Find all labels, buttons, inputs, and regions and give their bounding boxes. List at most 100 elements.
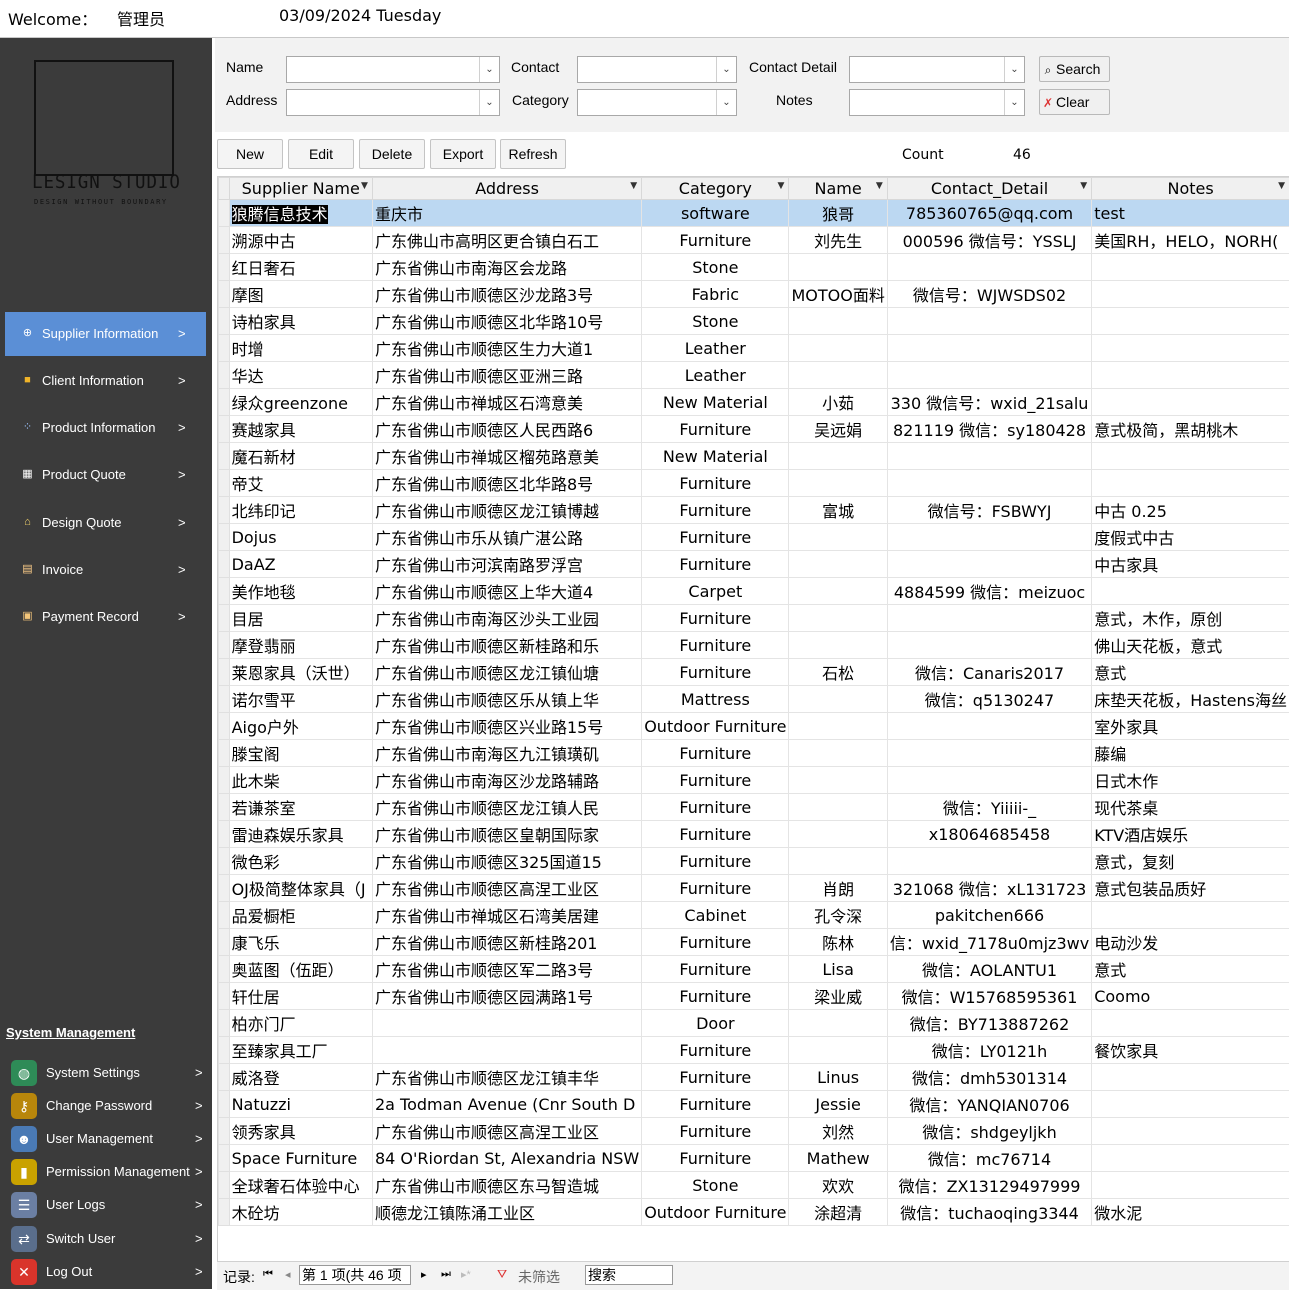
table-row[interactable]: 摩图广东省佛山市顺德区沙龙路3号FabricMOTOO面料微信号：WJWSDS0… xyxy=(219,281,1289,308)
table-cell[interactable]: 欢欢 xyxy=(789,1172,887,1199)
filter-arrow-icon[interactable]: ▼ xyxy=(1080,181,1087,191)
table-cell[interactable]: 广东省佛山市顺德区乐从镇上华 xyxy=(372,686,641,713)
table-cell[interactable]: Furniture xyxy=(642,740,789,767)
table-row[interactable]: 诺尔雪平广东省佛山市顺德区乐从镇上华Mattress微信：q5130247床垫天… xyxy=(219,686,1289,713)
table-cell[interactable]: Mattress xyxy=(642,686,789,713)
filter-arrow-icon[interactable]: ▼ xyxy=(876,181,883,191)
contact-detail-filter-combo[interactable]: ⌄ xyxy=(849,56,1025,83)
table-cell[interactable] xyxy=(1092,308,1289,335)
table-cell[interactable] xyxy=(1092,470,1289,497)
table-cell[interactable]: 微信：dmh5301314 xyxy=(887,1064,1091,1091)
table-cell[interactable]: 广东省佛山市顺德区军二路3号 xyxy=(372,956,641,983)
table-cell[interactable]: 785360765@qq.com xyxy=(887,200,1091,227)
table-cell[interactable]: 广东省佛山市顺德区新桂路和乐 xyxy=(372,632,641,659)
table-cell[interactable]: 品爱橱柜 xyxy=(229,902,372,929)
table-cell[interactable]: 微信：shdgeyljkh xyxy=(887,1118,1091,1145)
table-cell[interactable]: 广东省佛山市顺德区高涅工业区 xyxy=(372,1118,641,1145)
table-cell[interactable]: 领秀家具 xyxy=(229,1118,372,1145)
row-selector[interactable] xyxy=(219,578,230,605)
table-cell[interactable] xyxy=(789,551,887,578)
table-cell[interactable]: 意式 xyxy=(1092,956,1289,983)
table-cell[interactable]: Furniture xyxy=(642,794,789,821)
table-cell[interactable]: 广东省佛山市南海区会龙路 xyxy=(372,254,641,281)
table-row[interactable]: 柏亦门厂Door微信：BY713887262 xyxy=(219,1010,1289,1037)
table-cell[interactable]: Furniture xyxy=(642,1037,789,1064)
table-cell[interactable]: 电动沙发 xyxy=(1092,929,1289,956)
table-cell[interactable] xyxy=(789,362,887,389)
table-cell[interactable]: 莱恩家具（沃世） xyxy=(229,659,372,686)
chevron-down-icon[interactable]: ⌄ xyxy=(1004,57,1024,82)
table-cell[interactable] xyxy=(887,740,1091,767)
table-cell[interactable]: 意式 xyxy=(1092,659,1289,686)
table-row[interactable]: 北纬印记广东省佛山市顺德区龙江镇博越Furniture富城微信号：FSBWYJ中… xyxy=(219,497,1289,524)
table-cell[interactable] xyxy=(1092,1118,1289,1145)
name-filter-combo[interactable]: ⌄ xyxy=(286,56,500,83)
table-cell[interactable]: 微信：Canaris2017 xyxy=(887,659,1091,686)
table-cell[interactable] xyxy=(1092,578,1289,605)
row-selector[interactable] xyxy=(219,1118,230,1145)
table-cell[interactable]: New Material xyxy=(642,389,789,416)
table-cell[interactable]: pakitchen666 xyxy=(887,902,1091,929)
row-selector[interactable] xyxy=(219,713,230,740)
table-cell[interactable] xyxy=(887,605,1091,632)
table-row[interactable]: 康飞乐广东省佛山市顺德区新桂路201Furniture陈林信：wxid_7178… xyxy=(219,929,1289,956)
table-cell[interactable] xyxy=(887,470,1091,497)
row-selector[interactable] xyxy=(219,605,230,632)
table-cell[interactable]: Leather xyxy=(642,362,789,389)
row-selector[interactable] xyxy=(219,1037,230,1064)
table-cell[interactable]: Furniture xyxy=(642,551,789,578)
chevron-down-icon[interactable]: ⌄ xyxy=(479,90,499,115)
table-cell[interactable] xyxy=(887,254,1091,281)
table-cell[interactable]: DaAZ xyxy=(229,551,372,578)
table-cell[interactable]: 中古家具 xyxy=(1092,551,1289,578)
table-cell[interactable]: Outdoor Furniture xyxy=(642,713,789,740)
table-cell[interactable]: 广东省佛山市南海区沙头工业园 xyxy=(372,605,641,632)
table-cell[interactable]: 雷迪森娱乐家具 xyxy=(229,821,372,848)
contact-filter-combo[interactable]: ⌄ xyxy=(577,56,737,83)
table-cell[interactable] xyxy=(789,254,887,281)
row-selector[interactable] xyxy=(219,497,230,524)
table-cell[interactable]: 美国RH，HELO，NORH( xyxy=(1092,227,1289,254)
table-cell[interactable]: 微信：Yiiiii-_ xyxy=(887,794,1091,821)
table-cell[interactable] xyxy=(789,1037,887,1064)
user-logs-item[interactable]: ☰ User Logs > xyxy=(5,1189,206,1221)
delete-button[interactable]: Delete xyxy=(359,139,425,169)
table-cell[interactable]: 广东省佛山市顺德区沙龙路3号 xyxy=(372,281,641,308)
table-cell[interactable] xyxy=(1092,1064,1289,1091)
table-cell[interactable]: 目居 xyxy=(229,605,372,632)
table-cell[interactable]: Furniture xyxy=(642,497,789,524)
table-cell[interactable] xyxy=(1092,254,1289,281)
table-cell[interactable] xyxy=(789,794,887,821)
column-header-name[interactable]: Name▼ xyxy=(789,178,887,200)
table-cell[interactable] xyxy=(887,335,1091,362)
table-cell[interactable] xyxy=(1092,362,1289,389)
table-cell[interactable]: Stone xyxy=(642,1172,789,1199)
table-cell[interactable] xyxy=(789,740,887,767)
row-selector[interactable] xyxy=(219,1172,230,1199)
log-out-item[interactable]: ✕ Log Out > xyxy=(5,1256,206,1288)
column-header-category[interactable]: Category▼ xyxy=(642,178,789,200)
row-selector[interactable] xyxy=(219,902,230,929)
table-row[interactable]: 雷迪森娱乐家具广东省佛山市顺德区皇朝国际家Furniturex180646854… xyxy=(219,821,1289,848)
table-cell[interactable]: Lisa xyxy=(789,956,887,983)
nav-item-design-quote[interactable]: ⌂ Design Quote > xyxy=(5,501,206,545)
table-cell[interactable]: 美作地毯 xyxy=(229,578,372,605)
table-cell[interactable] xyxy=(789,1010,887,1037)
table-cell[interactable]: 涂超清 xyxy=(789,1199,887,1226)
table-cell[interactable] xyxy=(789,578,887,605)
row-selector[interactable] xyxy=(219,794,230,821)
table-cell[interactable]: 梁业威 xyxy=(789,983,887,1010)
row-selector[interactable] xyxy=(219,983,230,1010)
table-row[interactable]: 红日奢石广东省佛山市南海区会龙路Stone xyxy=(219,254,1289,281)
table-row[interactable]: 赛越家具广东省佛山市顺德区人民西路6Furniture吴远娟821119 微信：… xyxy=(219,416,1289,443)
table-cell[interactable]: Furniture xyxy=(642,983,789,1010)
table-cell[interactable]: 佛山天花板，意式 xyxy=(1092,632,1289,659)
table-cell[interactable]: 吴远娟 xyxy=(789,416,887,443)
table-cell[interactable]: 柏亦门厂 xyxy=(229,1010,372,1037)
table-cell[interactable]: 北纬印记 xyxy=(229,497,372,524)
table-row[interactable]: 时增广东省佛山市顺德区生力大道1Leather xyxy=(219,335,1289,362)
table-cell[interactable]: 广东省佛山市顺德区龙江镇人民 xyxy=(372,794,641,821)
table-cell[interactable]: 广东省佛山市禅城区石湾意美 xyxy=(372,389,641,416)
table-cell[interactable]: Mathew xyxy=(789,1145,887,1172)
row-selector[interactable] xyxy=(219,875,230,902)
